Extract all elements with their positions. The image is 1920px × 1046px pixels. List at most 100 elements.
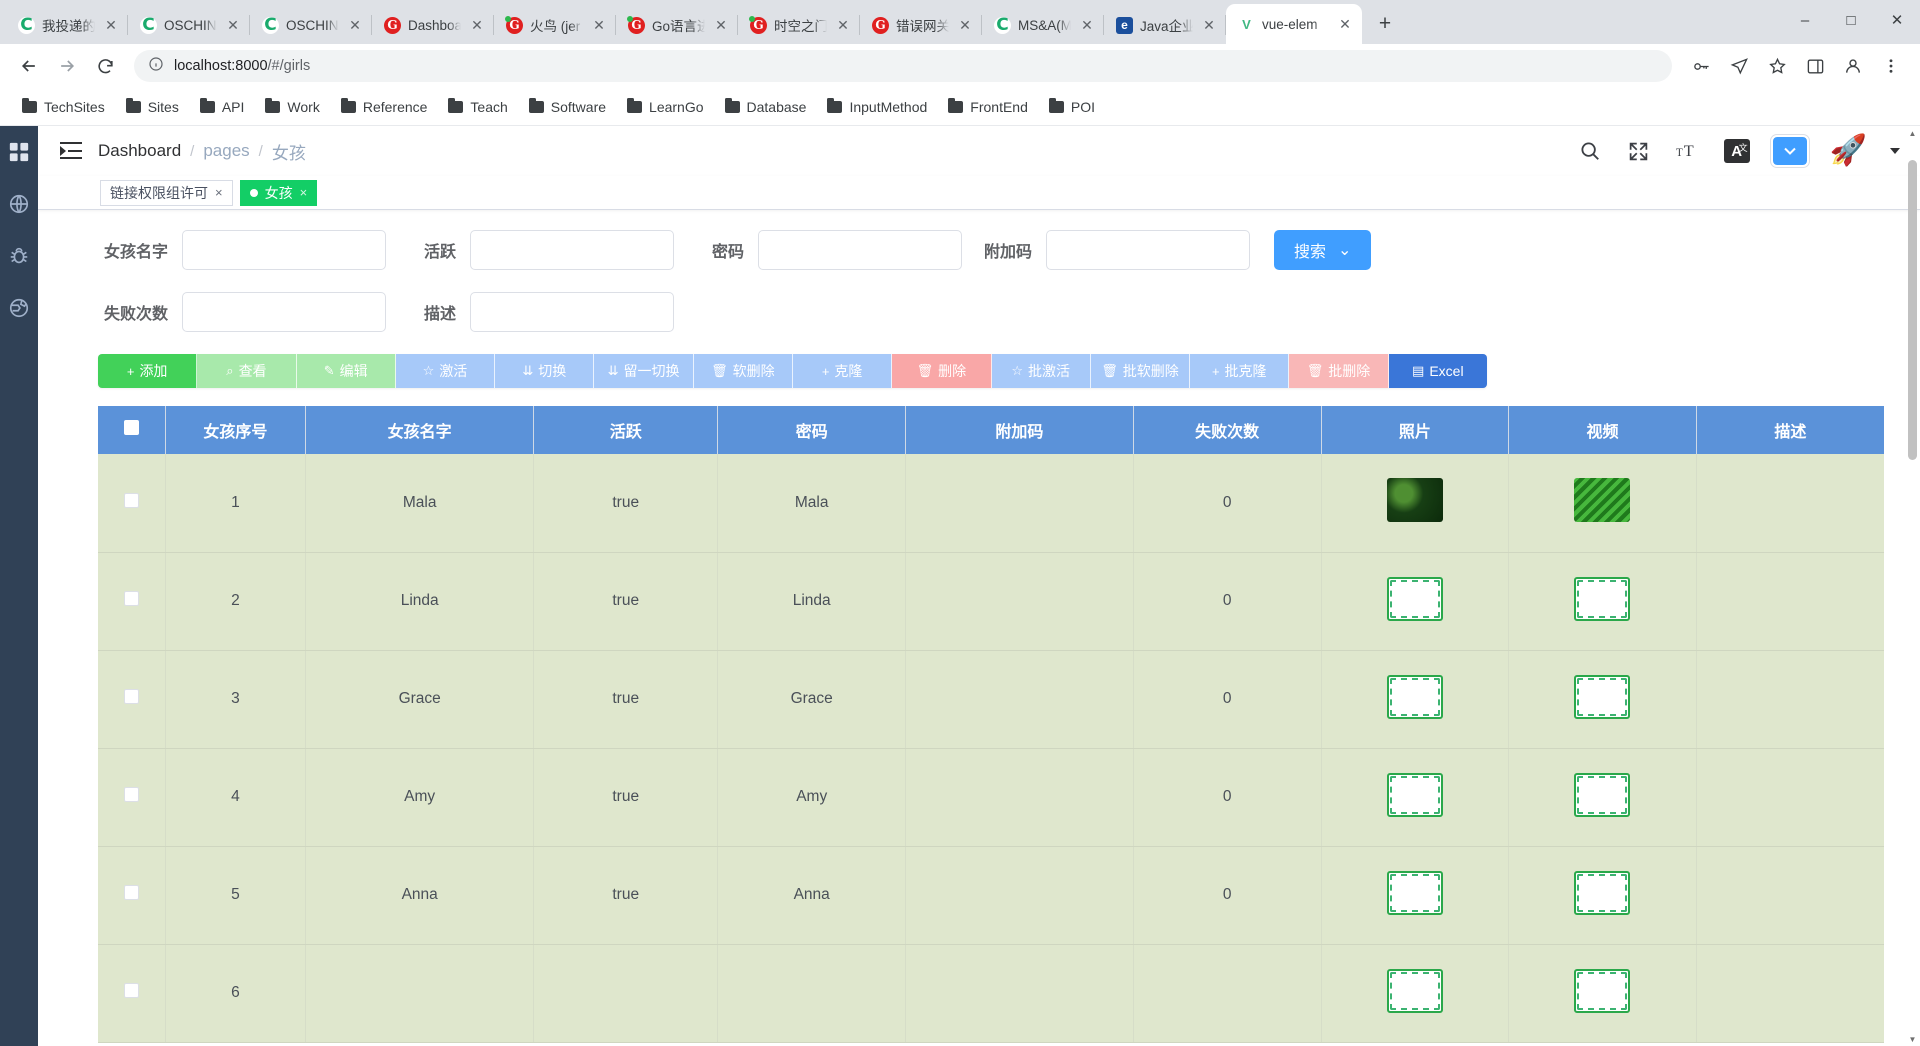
minimize-button[interactable]: – <box>1782 0 1828 40</box>
filter-input[interactable] <box>182 230 386 270</box>
photo-thumbnail[interactable] <box>1386 772 1443 817</box>
bookmark-star-icon[interactable] <box>1760 49 1794 83</box>
new-tab-button[interactable]: + <box>1368 7 1402 41</box>
breadcrumb-dashboard[interactable]: Dashboard <box>98 141 181 161</box>
bookmark-item[interactable]: TechSites <box>14 95 113 119</box>
tab-close-icon[interactable]: ✕ <box>1200 16 1218 34</box>
bookmark-item[interactable]: Sites <box>118 95 187 119</box>
reload-icon[interactable] <box>88 49 122 83</box>
tab-close-icon[interactable]: ✕ <box>956 16 974 34</box>
browser-tab[interactable]: C OSCHINA ✕ <box>250 6 372 44</box>
filter-input[interactable] <box>182 292 386 332</box>
tab-close-icon[interactable]: ✕ <box>712 16 730 34</box>
language-icon[interactable]: A 文 <box>1723 139 1750 163</box>
filter-input[interactable] <box>758 230 962 270</box>
password-key-icon[interactable] <box>1684 49 1718 83</box>
action-button[interactable]: ⇊ 留一切换 <box>594 354 694 388</box>
table-row[interactable]: 2 Linda true Linda 0 <box>98 552 1884 651</box>
table-row[interactable]: 1 Mala true Mala 0 <box>98 454 1884 553</box>
tab-close-icon[interactable]: ✕ <box>102 16 120 34</box>
action-button[interactable]: + 添加 <box>98 354 198 388</box>
action-button[interactable]: 🗑 批软删除 <box>1090 354 1191 388</box>
filter-input[interactable] <box>470 230 674 270</box>
table-row[interactable]: 6 <box>98 944 1884 1043</box>
tag-item[interactable]: 链接权限组许可 × <box>100 179 233 206</box>
action-button[interactable]: 🗑 删除 <box>892 354 992 388</box>
bookmark-item[interactable]: API <box>192 95 253 119</box>
tab-close-icon[interactable]: ✕ <box>1078 16 1096 34</box>
video-thumbnail[interactable] <box>1574 968 1631 1013</box>
video-thumbnail[interactable] <box>1574 870 1631 915</box>
forward-icon[interactable] <box>50 49 84 83</box>
maximize-button[interactable]: □ <box>1828 0 1874 40</box>
site-info-icon[interactable] <box>148 56 164 76</box>
bookmark-item[interactable]: LearnGo <box>619 95 711 119</box>
browser-tab[interactable]: C OSCHINA ✕ <box>128 6 250 44</box>
fullscreen-icon[interactable] <box>1626 138 1652 164</box>
photo-thumbnail[interactable] <box>1386 968 1443 1013</box>
vertical-scrollbar[interactable]: ▲ ▼ <box>1907 126 1918 1046</box>
select-all-checkbox[interactable] <box>123 420 139 435</box>
photo-thumbnail[interactable] <box>1386 674 1443 719</box>
close-window-button[interactable]: ✕ <box>1874 0 1920 40</box>
tab-close-icon[interactable]: ✕ <box>1336 15 1354 33</box>
bookmark-item[interactable]: Reference <box>333 95 436 119</box>
tab-close-icon[interactable]: ✕ <box>590 16 608 34</box>
tab-close-icon[interactable]: ✕ <box>834 16 852 34</box>
browser-tab[interactable]: G Dashboa ✕ <box>372 6 494 44</box>
bookmark-item[interactable]: POI <box>1041 95 1103 119</box>
video-thumbnail[interactable] <box>1574 674 1631 719</box>
tag-close-icon[interactable]: × <box>215 185 223 200</box>
action-button[interactable]: ⌕ 查看 <box>197 354 297 388</box>
bug-icon[interactable] <box>7 244 31 268</box>
earth-icon[interactable] <box>7 296 31 320</box>
action-button[interactable]: 🗑 批删除 <box>1289 354 1389 388</box>
row-select-cell[interactable] <box>98 552 166 651</box>
theme-chevron-icon[interactable] <box>1770 135 1809 167</box>
avatar[interactable]: 🚀 <box>1830 136 1867 166</box>
table-row[interactable]: 4 Amy true Amy 0 <box>98 748 1884 847</box>
bookmark-item[interactable]: Database <box>717 95 815 119</box>
row-checkbox[interactable] <box>123 983 139 998</box>
search-button[interactable]: 搜索 ⌄ <box>1274 230 1372 270</box>
action-button[interactable]: ⇊ 切换 <box>495 354 595 388</box>
browser-tab[interactable]: C 我投递的 ✕ <box>6 6 128 44</box>
action-button[interactable]: + 批克隆 <box>1190 354 1290 388</box>
photo-thumbnail[interactable] <box>1386 478 1443 523</box>
bookmark-item[interactable]: Software <box>521 95 614 119</box>
tab-close-icon[interactable]: ✕ <box>346 16 364 34</box>
row-select-cell[interactable] <box>98 454 166 553</box>
side-panel-icon[interactable] <box>1798 49 1832 83</box>
browser-tab[interactable]: e Java企业 ✕ <box>1104 6 1226 44</box>
action-button[interactable]: 🗑 软删除 <box>693 354 793 388</box>
action-button[interactable]: ✎ 编辑 <box>296 354 396 388</box>
breadcrumb-pages[interactable]: pages <box>203 141 249 161</box>
bookmark-item[interactable]: Teach <box>440 95 515 119</box>
tag-close-icon[interactable]: × <box>300 185 308 200</box>
globe-icon[interactable] <box>7 192 31 216</box>
action-button[interactable]: ▤ Excel <box>1388 354 1487 388</box>
row-checkbox[interactable] <box>123 591 139 606</box>
table-row[interactable]: 3 Grace true Grace 0 <box>98 650 1884 749</box>
bookmark-item[interactable]: InputMethod <box>819 95 935 119</box>
video-thumbnail[interactable] <box>1574 772 1631 817</box>
action-button[interactable]: ☆ 批激活 <box>991 354 1091 388</box>
video-thumbnail[interactable] <box>1574 478 1631 523</box>
row-checkbox[interactable] <box>123 885 139 900</box>
row-checkbox[interactable] <box>123 787 139 802</box>
video-thumbnail[interactable] <box>1574 576 1631 621</box>
browser-tab[interactable]: Vvue-elem ✕ <box>1226 4 1362 44</box>
row-select-cell[interactable] <box>98 748 166 847</box>
search-icon[interactable] <box>1577 138 1603 164</box>
bookmark-item[interactable]: FrontEnd <box>940 95 1036 119</box>
browser-tab[interactable]: G 错误网关 ✕ <box>860 6 982 44</box>
grid-icon[interactable] <box>7 140 31 164</box>
profile-avatar-icon[interactable] <box>1836 49 1870 83</box>
caret-down-icon[interactable] <box>1890 148 1900 154</box>
row-checkbox[interactable] <box>123 492 139 508</box>
filter-input[interactable] <box>470 292 674 332</box>
action-button[interactable]: + 克隆 <box>792 354 893 388</box>
browser-tab[interactable]: G 火鸟 (jer ✕ <box>494 6 616 44</box>
table-row[interactable]: 5 Anna true Anna 0 <box>98 846 1884 945</box>
tag-item[interactable]: 女孩 × <box>239 179 318 206</box>
